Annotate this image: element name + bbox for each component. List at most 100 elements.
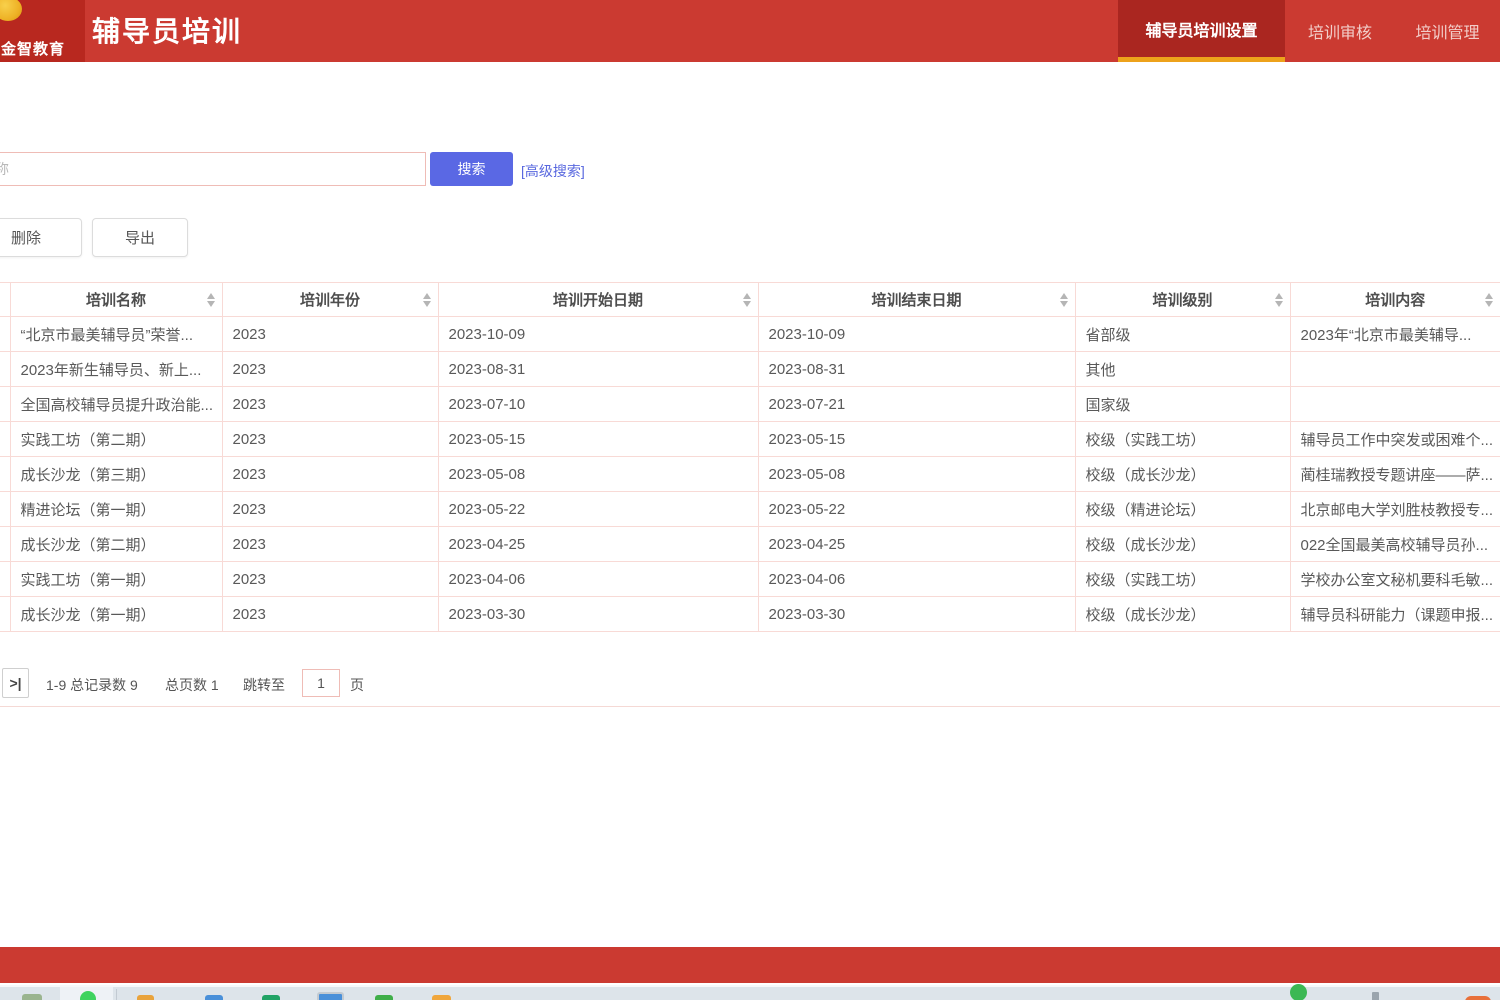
row-select-cell[interactable] [0, 562, 10, 597]
table-cell: 辅导员工作中突发或困难个... [1290, 422, 1500, 457]
table-cell: 2023-05-08 [438, 457, 758, 492]
brand-logo-icon [0, 0, 22, 21]
table-cell: 2023-04-06 [758, 562, 1075, 597]
column-header[interactable]: 培训内容 [1290, 283, 1500, 317]
app-header: 金智教育 辅导员培训 辅导员培训设置 培训审核 培训管理 [0, 0, 1500, 62]
browser-icon[interactable] [22, 994, 42, 1000]
table-cell: 2023-05-15 [758, 422, 1075, 457]
table-row[interactable]: 成长沙龙（第二期）20232023-04-252023-04-25校级（成长沙龙… [0, 527, 1500, 562]
brand-logo-text: 金智教育 [1, 38, 85, 59]
tab-training-review[interactable]: 培训审核 [1285, 0, 1395, 62]
sort-arrows-icon[interactable] [423, 293, 431, 307]
orange-tray-icon[interactable] [1465, 996, 1491, 1000]
table-row[interactable]: 精进论坛（第一期）20232023-05-222023-05-22校级（精进论坛… [0, 492, 1500, 527]
sort-arrows-icon[interactable] [743, 293, 751, 307]
table-row[interactable]: 成长沙龙（第一期）20232023-03-302023-03-30校级（成长沙龙… [0, 597, 1500, 632]
table-cell: 2023-04-25 [758, 527, 1075, 562]
row-select-cell[interactable] [0, 597, 10, 632]
table-cell: 成长沙龙（第二期） [10, 527, 222, 562]
table-cell: 2023年“北京市最美辅导... [1290, 317, 1500, 352]
active-task-button[interactable] [60, 987, 113, 1000]
table-row[interactable]: 成长沙龙（第三期）20232023-05-082023-05-08校级（成长沙龙… [0, 457, 1500, 492]
total-pages-text: 总页数 1 [165, 675, 219, 695]
column-header[interactable]: 培训结束日期 [758, 283, 1075, 317]
row-select-cell[interactable] [0, 387, 10, 422]
table-cell: 实践工坊（第二期） [10, 422, 222, 457]
divider [0, 706, 1500, 707]
sort-arrows-icon[interactable] [207, 293, 215, 307]
table-row[interactable]: 实践工坊（第一期）20232023-04-062023-04-06校级（实践工坊… [0, 562, 1500, 597]
row-select-cell[interactable] [0, 492, 10, 527]
last-page-button[interactable]: >| [2, 668, 29, 698]
table-cell: 2023-08-31 [758, 352, 1075, 387]
table-cell: 2023-05-22 [758, 492, 1075, 527]
column-header[interactable]: 培训名称 [10, 283, 222, 317]
app-window: 金智教育 辅导员培训 辅导员培训设置 培训审核 培训管理 搜索 [高级搜索] 删… [0, 0, 1500, 1000]
table-cell: 2023-10-09 [438, 317, 758, 352]
table-row[interactable]: 实践工坊（第二期）20232023-05-152023-05-15校级（实践工坊… [0, 422, 1500, 457]
row-select-cell[interactable] [0, 422, 10, 457]
table-cell [1290, 352, 1500, 387]
table-row[interactable]: 2023年新生辅导员、新上...20232023-08-312023-08-31… [0, 352, 1500, 387]
table-cell [1290, 387, 1500, 422]
table-cell: 2023-05-08 [758, 457, 1075, 492]
table-cell: 2023-10-09 [758, 317, 1075, 352]
table-cell: 校级（精进论坛） [1075, 492, 1290, 527]
row-select-cell[interactable] [0, 527, 10, 562]
row-select-cell[interactable] [0, 352, 10, 387]
table-row[interactable]: “北京市最美辅导员”荣誉...20232023-10-092023-10-09省… [0, 317, 1500, 352]
column-header[interactable]: 培训年份 [222, 283, 438, 317]
table-header-row: 培训名称培训年份培训开始日期培训结束日期培训级别培训内容 [0, 283, 1500, 317]
column-header[interactable]: 培训开始日期 [438, 283, 758, 317]
table-cell: 2023 [222, 352, 438, 387]
table-cell: 北京邮电大学刘胜枝教授专... [1290, 492, 1500, 527]
folder-app-icon[interactable] [432, 995, 451, 1000]
table-cell: 2023 [222, 562, 438, 597]
tray-pin-icon[interactable] [1372, 992, 1379, 1000]
table-row[interactable]: 全国高校辅导员提升政治能...20232023-07-102023-07-21国… [0, 387, 1500, 422]
page-title: 辅导员培训 [92, 10, 242, 50]
column-header[interactable]: 培训级别 [1075, 283, 1290, 317]
chat-tray-icon[interactable] [1290, 984, 1307, 1000]
table-cell: 2023-04-06 [438, 562, 758, 597]
table-cell: 2023 [222, 422, 438, 457]
page-number-input[interactable] [302, 669, 340, 697]
monitor-app-icon[interactable] [317, 992, 344, 1000]
table-cell: 成长沙龙（第三期） [10, 457, 222, 492]
table-cell: 2023 [222, 457, 438, 492]
table-cell: 其他 [1075, 352, 1290, 387]
green-app-icon[interactable] [375, 995, 393, 1000]
advanced-search-link[interactable]: [高级搜索] [521, 161, 585, 181]
spreadsheet-app-icon[interactable] [262, 995, 280, 1000]
jump-to-label: 跳转至 [243, 675, 285, 695]
sort-arrows-icon[interactable] [1060, 293, 1068, 307]
training-table: 培训名称培训年份培训开始日期培训结束日期培训级别培训内容 “北京市最美辅导员”荣… [0, 282, 1500, 632]
table-cell: 2023 [222, 317, 438, 352]
sort-arrows-icon[interactable] [1485, 293, 1493, 307]
taskbar-separator [116, 989, 117, 1000]
footer-bar [0, 947, 1500, 983]
table-cell: 校级（实践工坊） [1075, 562, 1290, 597]
table-cell: 2023-05-22 [438, 492, 758, 527]
search-input-wrap [0, 152, 427, 188]
table-cell: 实践工坊（第一期） [10, 562, 222, 597]
sort-arrows-icon[interactable] [1275, 293, 1283, 307]
table-cell: 省部级 [1075, 317, 1290, 352]
brand-logo: 金智教育 [0, 0, 85, 62]
blue-app-icon[interactable] [205, 995, 223, 1000]
table-cell: 2023-04-25 [438, 527, 758, 562]
export-button[interactable]: 导出 [92, 218, 188, 257]
taskbar [0, 985, 1500, 1000]
search-button[interactable]: 搜索 [430, 152, 513, 186]
notes-app-icon[interactable] [137, 995, 154, 1000]
table-cell: 校级（成长沙龙） [1075, 597, 1290, 632]
row-select-cell[interactable] [0, 457, 10, 492]
delete-button[interactable]: 删除 [0, 218, 82, 257]
tab-training-manage[interactable]: 培训管理 [1395, 0, 1500, 62]
table-cell: 成长沙龙（第一期） [10, 597, 222, 632]
table-cell: 2023-08-31 [438, 352, 758, 387]
tab-training-setup[interactable]: 辅导员培训设置 [1118, 0, 1285, 62]
chat-app-icon [80, 991, 96, 1000]
search-input[interactable] [0, 152, 426, 186]
row-select-cell[interactable] [0, 317, 10, 352]
